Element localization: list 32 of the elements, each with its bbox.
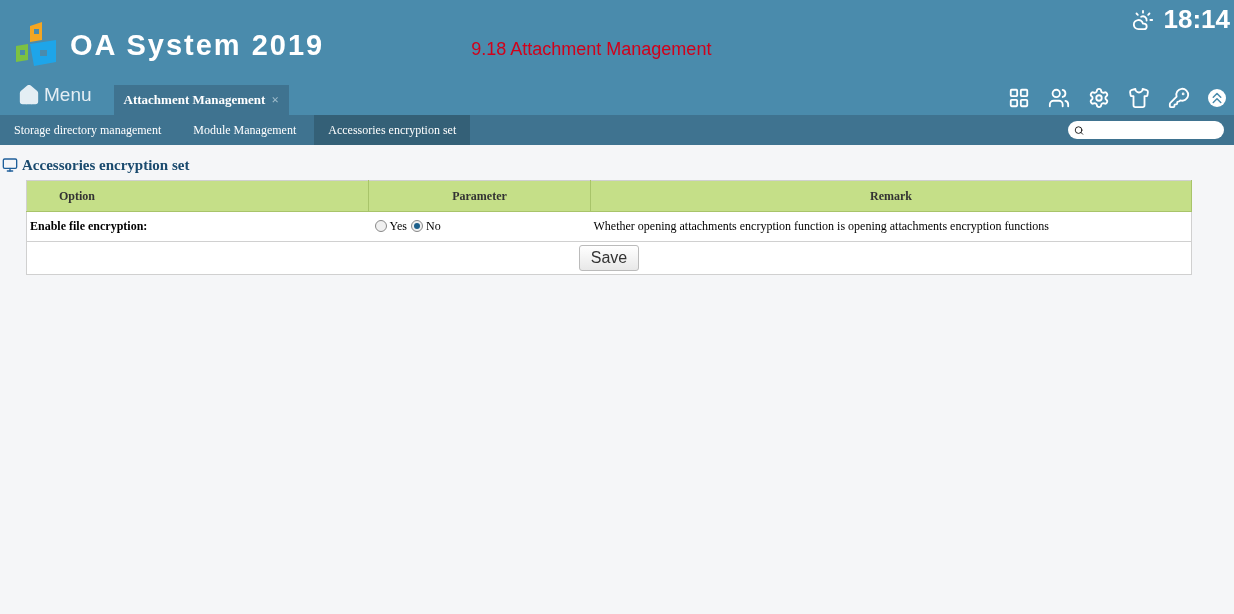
- search-icon: [1074, 124, 1084, 136]
- clock: 18:14: [1163, 3, 1230, 36]
- home-icon: [18, 83, 40, 106]
- page-tab[interactable]: Attachment Management ×: [113, 85, 289, 115]
- column-header: Option: [26, 180, 369, 211]
- app-title: OA System 2019: [70, 27, 325, 63]
- collapse-icon[interactable]: [1208, 89, 1226, 107]
- subnav-tab[interactable]: Storage directory management: [0, 115, 176, 145]
- grid-add-icon[interactable]: [1008, 87, 1030, 109]
- page-title: 9.18 Attachment Management: [471, 38, 712, 61]
- remark-text: Whether opening attachments encryption function is opening attachments encryption functions: [590, 211, 1192, 241]
- subnav-tab[interactable]: Accessories encryption set: [314, 115, 471, 145]
- computer-icon: [2, 157, 18, 174]
- search-field[interactable]: [1068, 121, 1224, 139]
- users-icon[interactable]: [1048, 87, 1070, 109]
- subnav-tab[interactable]: Module Management: [179, 115, 311, 145]
- menu-button[interactable]: Menu: [18, 80, 92, 109]
- settings-icon[interactable]: [1088, 87, 1110, 109]
- close-button[interactable]: ×: [271, 90, 279, 110]
- column-header: Parameter: [368, 180, 591, 211]
- radio-option[interactable]: Yes: [374, 217, 407, 235]
- tab-label: Attachment Management: [123, 91, 266, 110]
- radio-button[interactable]: [374, 220, 387, 232]
- weather-icon: [1131, 8, 1154, 31]
- option-label: Enable file encryption:: [26, 211, 369, 241]
- section-title: Accessories encryption set: [22, 156, 190, 175]
- save-button[interactable]: Save: [578, 244, 640, 271]
- radio-button[interactable]: [410, 220, 423, 232]
- radio-option[interactable]: No: [410, 217, 441, 235]
- key-icon[interactable]: [1168, 87, 1190, 109]
- column-header: Remark: [590, 180, 1192, 211]
- shirt-icon[interactable]: [1128, 87, 1150, 109]
